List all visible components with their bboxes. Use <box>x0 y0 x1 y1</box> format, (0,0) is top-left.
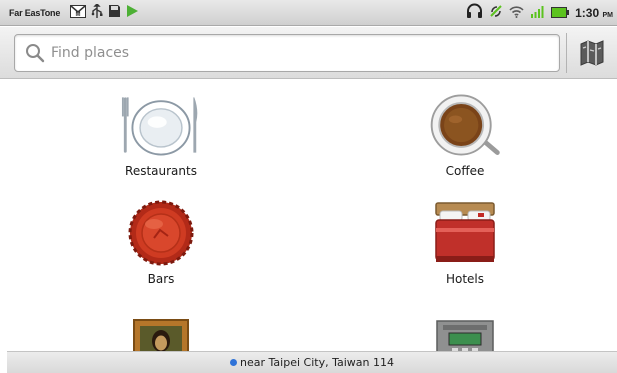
location-bar[interactable]: near Taipei City, Taiwan 114 <box>7 351 617 373</box>
categories-grid: Restaurants Coffee Bars Hotels <box>0 80 617 363</box>
sd-card-icon <box>108 3 121 22</box>
signal-icon <box>530 3 545 22</box>
usb-icon <box>91 3 103 22</box>
category-bars[interactable]: Bars <box>81 198 241 286</box>
bed-icon <box>425 198 505 268</box>
category-label: Coffee <box>445 164 485 178</box>
location-text: near Taipei City, Taiwan 114 <box>240 356 394 369</box>
category-label: Hotels <box>445 272 485 286</box>
status-clock: 1:30 PM <box>575 5 613 20</box>
category-label: Restaurants <box>125 164 197 178</box>
carrier-name: Far EasTone <box>9 7 61 18</box>
search-area: Find places <box>0 27 617 79</box>
play-store-icon <box>126 3 139 22</box>
battery-icon <box>551 3 570 22</box>
coffee-cup-icon <box>425 90 505 160</box>
notification-icons: M <box>70 3 139 22</box>
system-icons: 1:30 PM <box>466 3 613 23</box>
category-coffee[interactable]: Coffee <box>385 90 545 178</box>
search-divider <box>566 33 567 73</box>
category-restaurants[interactable]: Restaurants <box>81 90 241 178</box>
sync-icon <box>489 3 503 22</box>
status-bar: Far EasTone M 1:30 PM <box>0 0 617 26</box>
category-label: Bars <box>147 272 175 286</box>
map-icon <box>580 40 604 66</box>
plate-icon <box>121 90 201 160</box>
map-view-button[interactable] <box>569 33 615 73</box>
search-placeholder: Find places <box>51 45 130 61</box>
search-input[interactable]: Find places <box>14 34 560 72</box>
gmail-icon: M <box>70 3 87 22</box>
search-icon <box>26 44 45 63</box>
category-hotels[interactable]: Hotels <box>385 198 545 286</box>
headset-icon <box>466 3 483 23</box>
svg-text:M: M <box>76 12 81 18</box>
location-dot-icon <box>230 359 238 366</box>
wifi-icon <box>509 3 524 22</box>
bottle-cap-icon <box>121 198 201 268</box>
